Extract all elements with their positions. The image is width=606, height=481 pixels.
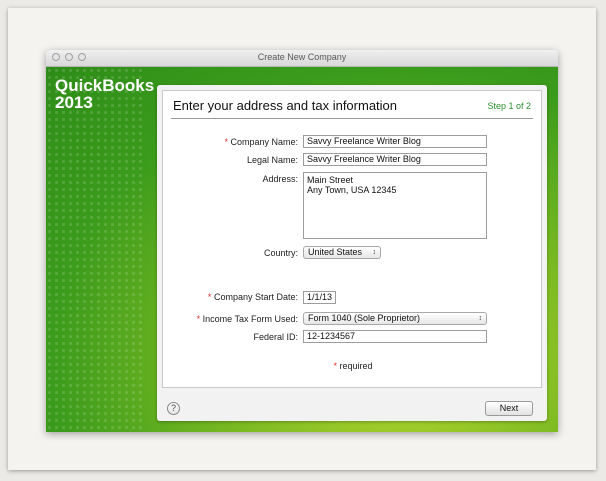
- federal-id-label: Federal ID:: [253, 332, 298, 342]
- create-company-window: Create New Company QuickBooks 2013 Enter…: [46, 50, 558, 432]
- legal-name-field[interactable]: Savvy Freelance Writer Blog: [303, 153, 487, 166]
- country-select[interactable]: United States ↕: [303, 246, 381, 259]
- updown-arrows-icon: ↕: [478, 315, 483, 322]
- address-line-1: Main Street: [307, 175, 354, 185]
- logo-line-1: QuickBooks: [55, 76, 155, 95]
- federal-id-field[interactable]: 12-1234567: [303, 330, 487, 343]
- quickbooks-logo: QuickBooks 2013: [55, 77, 154, 111]
- page-title: Enter your address and tax information: [173, 98, 398, 113]
- tax-form-label: * Income Tax Form Used:: [196, 314, 298, 324]
- company-name-field[interactable]: Savvy Freelance Writer Blog: [303, 135, 487, 148]
- step-indicator: Step 1 of 2: [487, 101, 531, 111]
- required-note: * required: [333, 361, 373, 371]
- address-field[interactable]: Main Street Any Town, USA 12345: [303, 172, 487, 239]
- required-asterisk: *: [224, 137, 228, 147]
- title-bar: Create New Company: [46, 50, 558, 67]
- company-name-label: * Company Name:: [224, 137, 298, 147]
- start-date-field[interactable]: 1/1/13: [303, 291, 336, 304]
- address-line-2: Any Town, USA 12345: [307, 185, 397, 195]
- wizard-panel: Enter your address and tax information S…: [157, 85, 547, 421]
- legal-name-label: Legal Name:: [246, 155, 298, 165]
- address-label: Address:: [262, 174, 298, 184]
- header-divider: [171, 118, 533, 119]
- tax-form-select[interactable]: Form 1040 (Sole Proprietor) ↕: [303, 312, 487, 325]
- start-date-label: * Company Start Date:: [207, 292, 298, 302]
- dot-pattern: [46, 67, 146, 432]
- required-asterisk: *: [207, 292, 212, 302]
- required-asterisk: *: [333, 361, 337, 371]
- window-title: Create New Company: [257, 52, 347, 62]
- next-button[interactable]: Next: [485, 401, 533, 416]
- country-label: Country:: [263, 248, 298, 258]
- required-asterisk: *: [196, 314, 201, 324]
- logo-line-2: 2013: [55, 93, 93, 112]
- form-area: Enter your address and tax information S…: [162, 90, 542, 388]
- updown-arrows-icon: ↕: [372, 249, 377, 256]
- help-button[interactable]: ?: [167, 402, 180, 415]
